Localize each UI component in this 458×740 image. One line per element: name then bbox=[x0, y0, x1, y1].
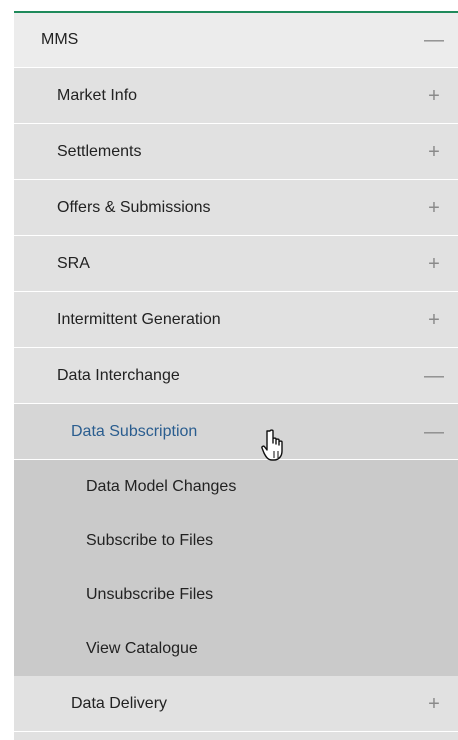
menu-item-label: Data Interchange bbox=[57, 366, 180, 384]
menu-next-item-partial bbox=[14, 732, 458, 740]
menu-item-label: Market Info bbox=[57, 86, 138, 104]
menu-item-label: Offers & Submissions bbox=[57, 198, 211, 216]
menu-item-settlements[interactable]: Settlements + bbox=[14, 124, 458, 180]
menu-item-market-info[interactable]: Market Info + bbox=[14, 68, 458, 124]
expand-icon[interactable]: + bbox=[424, 86, 444, 106]
menu-item-label: SRA bbox=[57, 254, 90, 272]
expand-icon[interactable]: + bbox=[424, 694, 444, 714]
expand-icon[interactable]: + bbox=[424, 254, 444, 274]
menu-item-data-subscription[interactable]: Data Subscription — bbox=[14, 404, 458, 460]
menu-item-mms[interactable]: MMS — bbox=[14, 13, 458, 68]
hand-pointer-icon bbox=[261, 429, 283, 461]
menu-item-unsubscribe-files[interactable]: Unsubscribe Files bbox=[14, 568, 458, 622]
expand-icon[interactable]: + bbox=[424, 310, 444, 330]
menu-item-label: Unsubscribe Files bbox=[86, 586, 214, 603]
menu-item-label: MMS bbox=[41, 31, 79, 48]
sidebar-menu: MMS — Market Info + Settlements + Offers… bbox=[14, 13, 458, 740]
menu-item-label: Subscribe to Files bbox=[86, 532, 214, 549]
collapse-icon[interactable]: — bbox=[424, 422, 444, 442]
nav-panel: MMS — Market Info + Settlements + Offers… bbox=[0, 0, 458, 740]
menu-item-label: Intermittent Generation bbox=[57, 310, 221, 328]
expand-icon[interactable]: + bbox=[424, 142, 444, 162]
collapse-icon[interactable]: — bbox=[424, 366, 444, 386]
menu-item-label: Settlements bbox=[57, 142, 142, 160]
menu-item-intermittent-generation[interactable]: Intermittent Generation + bbox=[14, 292, 458, 348]
collapse-icon[interactable]: — bbox=[424, 30, 444, 50]
expand-icon[interactable]: + bbox=[424, 198, 444, 218]
menu-item-offers-submissions[interactable]: Offers & Submissions + bbox=[14, 180, 458, 236]
menu-item-data-interchange[interactable]: Data Interchange — bbox=[14, 348, 458, 404]
menu-item-label: Data Delivery bbox=[71, 694, 168, 712]
menu-item-data-delivery[interactable]: Data Delivery + bbox=[14, 676, 458, 732]
menu-item-label: View Catalogue bbox=[86, 640, 198, 657]
menu-item-subscribe-to-files[interactable]: Subscribe to Files bbox=[14, 514, 458, 568]
menu-item-label: Data Subscription bbox=[71, 422, 198, 440]
menu-item-data-model-changes[interactable]: Data Model Changes bbox=[14, 460, 458, 514]
menu-item-label: Data Model Changes bbox=[86, 478, 237, 495]
menu-item-view-catalogue[interactable]: View Catalogue bbox=[14, 622, 458, 676]
menu-item-sra[interactable]: SRA + bbox=[14, 236, 458, 292]
